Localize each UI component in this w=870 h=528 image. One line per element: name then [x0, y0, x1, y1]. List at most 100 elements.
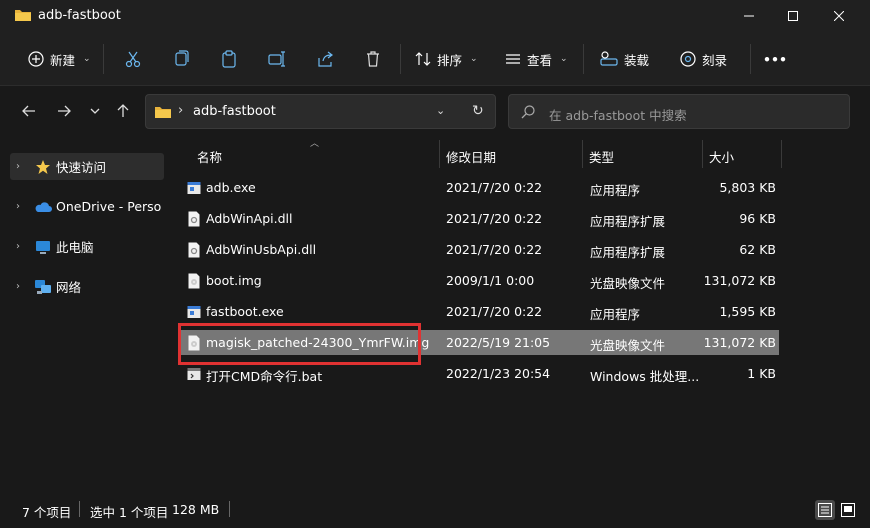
network-icon — [34, 278, 52, 296]
divider — [103, 44, 104, 74]
new-label: 新建 — [50, 52, 76, 68]
up-button[interactable] — [111, 98, 135, 124]
chevron-right-icon[interactable]: › — [16, 241, 30, 252]
file-row[interactable]: fastboot.exe 2021/7/20 0:22 应用程序 1,595 K… — [180, 299, 779, 324]
divider — [400, 44, 401, 74]
file-modified: 2021/7/20 0:22 — [446, 304, 543, 319]
share-button[interactable] — [316, 46, 334, 72]
maximize-icon — [788, 11, 798, 21]
file-name: fastboot.exe — [206, 304, 284, 319]
column-divider[interactable] — [582, 140, 583, 168]
divider — [583, 44, 584, 74]
file-type: 应用程序 — [590, 183, 641, 198]
search-box[interactable]: 在 adb-fastboot 中搜索 — [508, 94, 850, 129]
selected-size: 128 MB — [172, 502, 220, 517]
file-size: 62 KB — [739, 242, 776, 257]
file-name: boot.img — [206, 273, 262, 288]
sidebar-item-quick-access[interactable]: › 快速访问 — [10, 153, 164, 180]
cloud-icon — [34, 198, 52, 216]
file-name: AdbWinUsbApi.dll — [206, 242, 317, 257]
recent-locations-button[interactable] — [83, 98, 107, 124]
address-bar[interactable]: › adb-fastboot ⌄ ↻ — [145, 94, 496, 129]
selected-count: 选中 1 个项目 — [90, 505, 169, 520]
details-view-button[interactable] — [815, 500, 835, 520]
column-header-size[interactable]: 大小 — [709, 147, 734, 166]
paste-button[interactable] — [220, 46, 238, 72]
burn-label: 刻录 — [702, 52, 728, 68]
divider — [750, 44, 751, 74]
new-button[interactable]: 新建 ⌄ — [28, 46, 91, 72]
file-size: 131,072 KB — [703, 273, 776, 288]
file-name: AdbWinApi.dll — [206, 211, 293, 226]
file-type: 应用程序 — [590, 307, 641, 322]
sidebar-item-network[interactable]: › 网络 — [10, 273, 164, 300]
close-icon — [834, 11, 844, 21]
more-options-button[interactable]: ••• — [763, 46, 787, 72]
column-divider[interactable] — [439, 140, 440, 168]
copy-icon — [175, 50, 189, 66]
file-modified: 2021/7/20 0:22 — [446, 242, 543, 257]
chevron-right-icon[interactable]: › — [16, 161, 30, 172]
trash-icon — [367, 51, 379, 67]
file-size: 1,595 KB — [719, 304, 776, 319]
title-bar: adb-fastboot — [0, 0, 870, 32]
breadcrumb-current[interactable]: adb-fastboot — [193, 104, 276, 119]
mount-label: 装载 — [624, 52, 650, 68]
disc-icon — [680, 51, 696, 67]
file-row[interactable]: 打开CMD命令行.bat 2022/1/23 20:54 Windows 批处理… — [180, 361, 779, 386]
view-button[interactable]: 查看 ⌄ — [505, 46, 568, 72]
delete-button[interactable] — [364, 46, 382, 72]
large-icons-view-button[interactable] — [838, 500, 858, 520]
arrow-right-icon — [58, 105, 71, 117]
sidebar-item-label: 网络 — [56, 280, 82, 295]
plus-circle-icon — [28, 51, 44, 67]
breadcrumb-chevron-icon: › — [178, 103, 184, 118]
search-icon — [521, 105, 535, 119]
column-divider[interactable] — [781, 140, 782, 168]
sort-icon — [415, 52, 431, 66]
file-modified: 2022/1/23 20:54 — [446, 366, 551, 381]
exe-icon — [187, 182, 201, 194]
star-icon — [34, 158, 52, 176]
arrow-up-icon — [117, 104, 129, 117]
sidebar-item-this-pc[interactable]: › 此电脑 — [10, 233, 164, 260]
burn-button[interactable]: 刻录 — [680, 46, 727, 72]
sidebar-item-onedrive[interactable]: › OneDrive - Personal — [10, 193, 164, 220]
copy-button[interactable] — [172, 46, 190, 72]
column-header-type[interactable]: 类型 — [589, 147, 614, 166]
column-header-modified[interactable]: 修改日期 — [446, 147, 496, 166]
folder-icon — [15, 10, 31, 21]
file-row[interactable]: adb.exe 2021/7/20 0:22 应用程序 5,803 KB — [180, 175, 779, 200]
back-button[interactable] — [17, 98, 41, 124]
file-row[interactable]: boot.img 2009/1/1 0:00 光盘映像文件 131,072 KB — [180, 268, 779, 293]
maximize-button[interactable] — [770, 0, 816, 32]
chevron-right-icon[interactable]: › — [16, 281, 30, 292]
file-modified: 2021/7/20 0:22 — [446, 211, 543, 226]
rename-button[interactable] — [268, 46, 286, 72]
file-row[interactable]: AdbWinUsbApi.dll 2021/7/20 0:22 应用程序扩展 6… — [180, 237, 779, 262]
chevron-right-icon[interactable]: › — [16, 201, 30, 212]
file-row[interactable]: AdbWinApi.dll 2021/7/20 0:22 应用程序扩展 96 K… — [180, 206, 779, 231]
file-name: 打开CMD命令行.bat — [206, 369, 323, 384]
minimize-button[interactable] — [726, 0, 772, 32]
cut-button[interactable] — [124, 46, 142, 72]
chevron-down-icon: ⌄ — [470, 54, 478, 64]
paste-icon — [222, 50, 236, 68]
sort-button[interactable]: 排序 ⌄ — [415, 46, 478, 72]
forward-button[interactable] — [52, 98, 76, 124]
mount-button[interactable]: 装载 — [600, 46, 649, 72]
refresh-icon[interactable]: ↻ — [472, 103, 484, 119]
column-divider[interactable] — [702, 140, 703, 168]
search-input[interactable]: 在 adb-fastboot 中搜索 — [549, 105, 687, 124]
details-view-icon — [818, 503, 832, 517]
file-size: 5,803 KB — [719, 180, 776, 195]
bat-icon — [187, 368, 201, 380]
address-dropdown-icon[interactable]: ⌄ — [436, 104, 445, 117]
exe-icon — [187, 306, 201, 318]
status-bar: 7 个项目 选中 1 个项目 128 MB — [0, 497, 870, 528]
file-row-selected[interactable]: magisk_patched-24300_YmrFW.img 2022/5/19… — [180, 330, 779, 355]
disc-drive-icon — [600, 51, 618, 66]
column-header-name[interactable]: 名称 — [197, 147, 222, 166]
close-button[interactable] — [816, 0, 862, 32]
view-lines-icon — [506, 54, 520, 64]
